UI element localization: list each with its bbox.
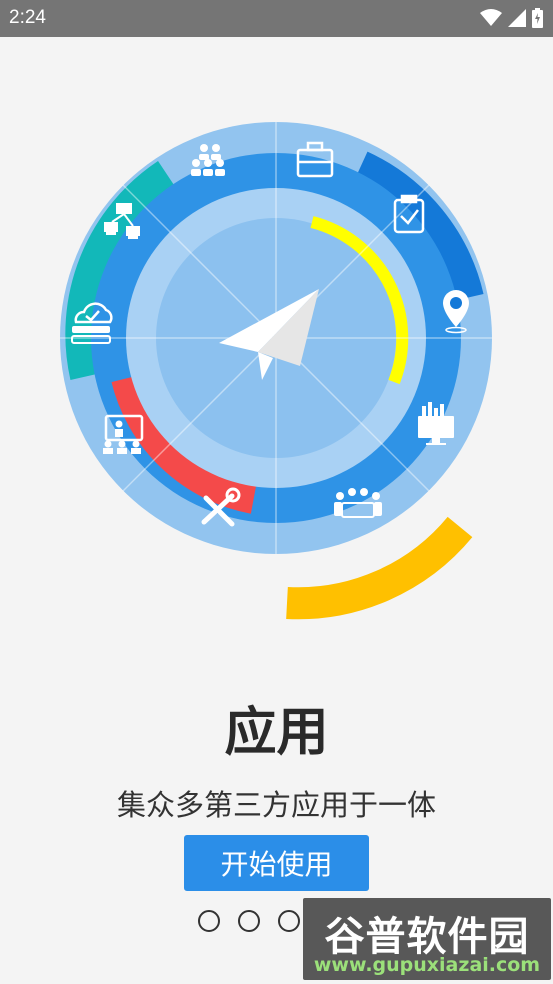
battery-icon bbox=[532, 8, 543, 28]
page-dot[interactable] bbox=[198, 910, 220, 932]
start-button[interactable]: 开始使用 bbox=[184, 835, 369, 891]
wifi-icon bbox=[480, 9, 502, 26]
page-dot[interactable] bbox=[278, 910, 300, 932]
status-bar: 2:24 bbox=[0, 0, 553, 37]
status-time: 2:24 bbox=[9, 7, 46, 28]
page-subtitle: 集众多第三方应用于一体 bbox=[116, 788, 436, 822]
watermark-url: www.gupuxiazai.com bbox=[313, 954, 541, 976]
page-indicator bbox=[198, 910, 300, 932]
status-icons bbox=[480, 7, 543, 29]
app-dial-illustration bbox=[60, 122, 492, 620]
page-title: 应用 bbox=[224, 703, 329, 763]
watermark: 谷普软件园 www.gupuxiazai.com bbox=[303, 898, 551, 980]
signal-icon bbox=[508, 9, 526, 27]
page-dot[interactable] bbox=[238, 910, 260, 932]
